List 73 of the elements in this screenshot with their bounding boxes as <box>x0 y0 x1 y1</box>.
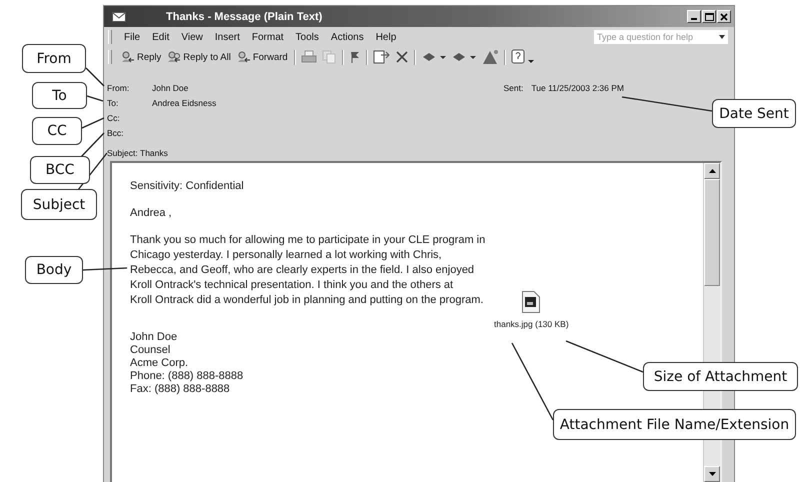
leader-line <box>82 117 104 129</box>
scroll-up-icon[interactable] <box>708 169 716 173</box>
callout-label: BCC <box>30 156 90 184</box>
callout-label: From <box>22 44 86 73</box>
greeting-text: Andrea , <box>130 206 172 221</box>
close-button[interactable] <box>717 10 731 23</box>
delete-icon <box>394 50 409 64</box>
menu-item[interactable]: Insert <box>208 32 246 42</box>
field-label: Subject: <box>107 148 139 158</box>
menu-item[interactable]: Actions <box>324 32 370 42</box>
help-icon <box>510 49 535 65</box>
reply-all-button[interactable]: Reply to All <box>164 48 234 66</box>
leader-line <box>86 68 104 86</box>
menu-item[interactable]: View <box>175 32 209 42</box>
body-text-line: Kroll Ontrack's technical presentation. I think you and the others at <box>130 278 454 293</box>
minimize-button[interactable] <box>687 10 701 23</box>
reply-button[interactable]: Reply <box>118 48 164 66</box>
menu-item[interactable]: Help <box>370 32 402 42</box>
attachment-name[interactable]: thanks.jpg (130 KB) <box>494 319 569 329</box>
sent-date: Tue 11/25/2003 2:36 PM <box>531 82 624 92</box>
printer-icon <box>300 50 317 64</box>
help-search-field[interactable]: Type a question for help <box>594 30 728 44</box>
callout-label: Size of Attachment <box>643 362 798 391</box>
person-arrow-icon <box>121 51 135 63</box>
diamond-caret-icon <box>450 51 477 63</box>
field-label: To: <box>107 98 120 108</box>
minimize-icon <box>691 18 697 20</box>
callout-label: Subject <box>21 189 97 220</box>
field-label: From: <box>107 82 130 92</box>
triangle-icon <box>480 49 499 65</box>
menu-item[interactable]: Edit <box>146 32 176 42</box>
callout-label: Date Sent <box>712 99 796 128</box>
scroll-down-icon[interactable] <box>708 472 716 476</box>
body-text-line: Kroll Ontrack did a wonderful job in planning and putting on the program. <box>130 293 484 308</box>
diamond-caret-icon <box>420 51 447 63</box>
copy-icon <box>320 50 337 64</box>
field-value: John Doe <box>152 82 188 92</box>
body-text-line: Rebecca, and Geoff, who are clearly experts in the field. I also enjoyed <box>130 263 474 278</box>
forward-button[interactable]: Forward <box>234 48 291 66</box>
signature-line: Fax: (888) 888-8888 <box>130 383 230 396</box>
leader-line <box>82 267 128 271</box>
signature-line: Counsel <box>130 344 170 357</box>
flag-icon <box>348 50 361 64</box>
signature-line: John Doe <box>130 331 178 344</box>
person-arrow-icon <box>236 51 251 63</box>
signature-line: Phone: (888) 888-8888 <box>130 370 244 383</box>
field-label: Bcc: <box>107 128 125 138</box>
field-value: Andrea Eidsness <box>152 98 216 108</box>
menu-item[interactable]: Tools <box>290 32 325 42</box>
body-text-line: Chicago yesterday. I personally learned a lot working with Chris, <box>130 248 442 263</box>
close-icon <box>720 12 728 20</box>
callout-label: To <box>32 82 87 109</box>
sent-label: Sent: <box>504 82 524 92</box>
window-title: Thanks - Message (Plain Text) <box>166 10 322 22</box>
person-arrow-icon <box>167 51 182 63</box>
caret-icon <box>719 35 725 39</box>
menu-item[interactable]: File <box>118 32 146 42</box>
envelope-icon <box>112 12 126 22</box>
maximize-icon <box>704 12 714 20</box>
sensitivity-text: Sensitivity: Confidential <box>130 179 244 194</box>
maximize-button[interactable] <box>702 10 716 23</box>
menu-item[interactable]: Format <box>246 32 290 42</box>
field-value: Thanks <box>140 148 168 158</box>
body-text-line: Thank you so much for allowing me to participate in your CLE program in <box>130 233 486 248</box>
help-button[interactable] <box>508 48 537 66</box>
image-file-icon[interactable] <box>522 291 540 313</box>
callout-label: Body <box>25 256 83 284</box>
field-label: Cc: <box>107 112 121 122</box>
leader-line <box>86 95 104 102</box>
callout-label: Attachment File Name/Extension <box>553 409 796 440</box>
callout-label: CC <box>32 117 82 145</box>
move-icon <box>372 49 391 65</box>
signature-line: Acme Corp. <box>130 357 188 370</box>
